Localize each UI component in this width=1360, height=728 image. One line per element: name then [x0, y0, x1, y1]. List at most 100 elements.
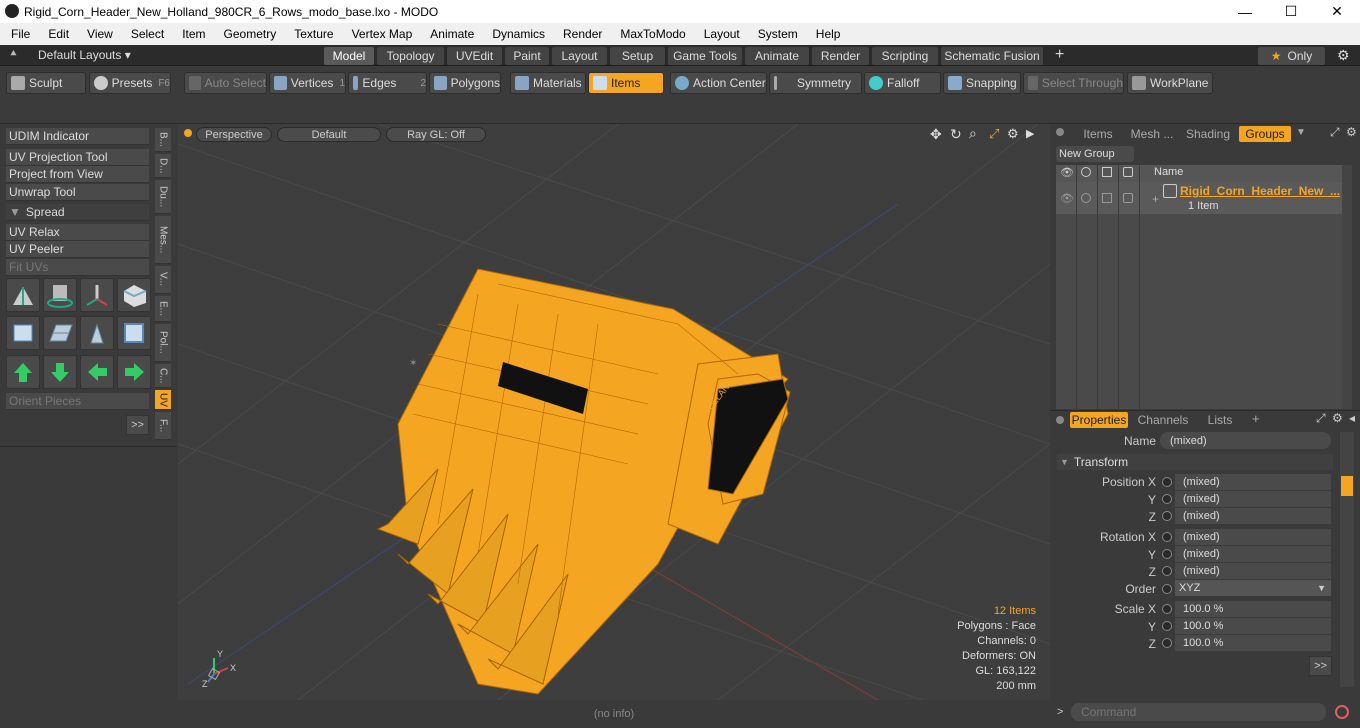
tab-channels[interactable]: Channels: [1132, 412, 1194, 428]
rotation-x-field[interactable]: (mixed): [1175, 529, 1331, 545]
expand-more-button[interactable]: >>: [126, 415, 149, 435]
record-icon[interactable]: [1335, 705, 1349, 719]
tab-shading[interactable]: Shading: [1180, 126, 1236, 142]
position-x-anim-icon[interactable]: [1162, 477, 1172, 487]
uv-atlas-icon[interactable]: [117, 316, 151, 350]
vtab-b[interactable]: B...: [155, 128, 171, 152]
orient-pieces-button[interactable]: Orient Pieces: [6, 393, 149, 410]
uv-move-icon[interactable]: [6, 278, 40, 312]
tab-groups[interactable]: Groups: [1239, 126, 1291, 142]
arrow-down-icon[interactable]: [43, 355, 77, 389]
position-y-anim-icon[interactable]: [1162, 494, 1172, 504]
row-render-icon[interactable]: [1081, 193, 1091, 203]
transform-section[interactable]: ▼ Transform: [1057, 454, 1333, 470]
polygons-button[interactable]: Polygons: [429, 72, 501, 94]
tab-schematic-fusion[interactable]: Schematic Fusion: [941, 47, 1043, 65]
tab-render[interactable]: Render: [812, 47, 869, 65]
menu-animate[interactable]: Animate: [421, 27, 483, 41]
tab-items[interactable]: Items: [1072, 126, 1124, 142]
uv-grid-icon[interactable]: [43, 316, 77, 350]
select-icon[interactable]: [1123, 167, 1133, 177]
add-properties-tab-icon[interactable]: +: [1252, 411, 1260, 426]
auto-select-button[interactable]: Auto Select: [184, 72, 267, 94]
workplane-button[interactable]: WorkPlane: [1127, 72, 1213, 94]
udim-indicator-button[interactable]: UDIM Indicator: [6, 128, 149, 145]
materials-button[interactable]: Materials: [510, 72, 586, 94]
properties-options-dot-icon[interactable]: [1056, 416, 1064, 424]
visibility-eye-icon[interactable]: 👁: [1060, 166, 1074, 179]
vtab-mes[interactable]: Mes...: [155, 216, 171, 264]
sculpt-button[interactable]: Sculpt: [6, 72, 86, 94]
spread-section[interactable]: ▼ Spread: [6, 204, 149, 221]
properties-expand-icon[interactable]: ⤢: [1316, 411, 1326, 426]
menu-edit[interactable]: Edit: [39, 27, 78, 41]
uv-peeler-button[interactable]: UV Peeler: [6, 241, 149, 258]
viewport-menu-arrow-icon[interactable]: ▶: [1026, 127, 1034, 140]
menu-file[interactable]: File: [0, 27, 39, 41]
properties-menu-icon[interactable]: ◂: [1349, 411, 1355, 425]
viewport-gear-icon[interactable]: ⚙: [1007, 126, 1019, 142]
scale-y-anim-icon[interactable]: [1162, 621, 1172, 631]
pan-icon[interactable]: ✥: [930, 126, 942, 143]
new-group-button[interactable]: New Group: [1056, 146, 1134, 162]
uv-projection-tool-button[interactable]: UV Projection Tool: [6, 149, 149, 166]
tab-lists[interactable]: Lists: [1198, 412, 1242, 428]
vertices-button[interactable]: Vertices 1: [269, 72, 346, 94]
uv-cylinder-icon[interactable]: [6, 316, 40, 350]
menu-texture[interactable]: Texture: [285, 27, 342, 41]
raygl-dropdown[interactable]: Ray GL: Off: [386, 127, 486, 142]
viewport-options-dot-icon[interactable]: [184, 129, 192, 137]
order-dropdown[interactable]: XYZ ▼: [1175, 580, 1331, 596]
render-icon[interactable]: [1081, 167, 1091, 177]
group-name[interactable]: Rigid_Corn_Header_New_...: [1180, 184, 1340, 198]
snapping-button[interactable]: Snapping: [943, 72, 1021, 94]
row-eye-icon[interactable]: 👁: [1060, 192, 1074, 205]
menu-help[interactable]: Help: [807, 27, 850, 41]
tab-game-tools[interactable]: Game Tools: [668, 47, 742, 65]
arrow-up-icon[interactable]: [6, 355, 40, 389]
rotation-y-anim-icon[interactable]: [1162, 549, 1172, 559]
uv-planar-icon[interactable]: [80, 316, 114, 350]
vtab-c[interactable]: C...: [155, 364, 171, 388]
scale-z-anim-icon[interactable]: [1162, 638, 1172, 648]
presets-button[interactable]: Presets F6: [89, 72, 171, 94]
name-field[interactable]: (mixed): [1160, 432, 1331, 449]
tab-layout[interactable]: Layout: [552, 47, 607, 65]
uv-box-icon[interactable]: [117, 278, 151, 312]
items-button[interactable]: Items: [588, 72, 664, 94]
layout-arrow-icon[interactable]: ⯅: [9, 48, 18, 61]
tab-scripting[interactable]: Scripting: [872, 47, 938, 65]
fit-view-icon[interactable]: ⤢: [989, 126, 999, 142]
tab-uvedit[interactable]: UVEdit: [447, 47, 502, 65]
panel-expand-icon[interactable]: ⤢: [1330, 125, 1340, 140]
panel-gear-icon[interactable]: ⚙: [1346, 125, 1357, 139]
rotate-view-icon[interactable]: ↻: [950, 126, 962, 143]
unwrap-tool-button[interactable]: Unwrap Tool: [6, 184, 149, 201]
vtab-d[interactable]: D...: [155, 154, 171, 178]
vtab-pol[interactable]: Pol...: [155, 324, 171, 362]
rotation-x-anim-icon[interactable]: [1162, 532, 1172, 542]
vtab-uv[interactable]: UV: [155, 390, 171, 410]
uv-scale-icon[interactable]: [80, 278, 114, 312]
expand-plus-icon[interactable]: +: [1152, 192, 1159, 206]
menu-item[interactable]: Item: [173, 27, 214, 41]
lock-icon[interactable]: [1102, 167, 1112, 177]
menu-dynamics[interactable]: Dynamics: [483, 27, 554, 41]
fit-uvs-button[interactable]: Fit UVs: [6, 259, 149, 276]
rotation-z-anim-icon[interactable]: [1162, 566, 1172, 576]
select-through-button[interactable]: Select Through: [1023, 72, 1124, 94]
tab-mesh[interactable]: Mesh ...: [1126, 126, 1178, 142]
only-toggle[interactable]: ★ Only: [1258, 47, 1325, 65]
rotation-z-field[interactable]: (mixed): [1175, 563, 1331, 579]
gear-icon[interactable]: ⚙: [1337, 47, 1350, 64]
arrow-right-icon[interactable]: [117, 355, 151, 389]
position-x-field[interactable]: (mixed): [1175, 474, 1331, 490]
menu-layout[interactable]: Layout: [695, 27, 749, 41]
order-anim-icon[interactable]: [1162, 584, 1172, 594]
position-y-field[interactable]: (mixed): [1175, 491, 1331, 507]
tab-paint[interactable]: Paint: [505, 47, 549, 65]
tab-properties[interactable]: Properties: [1070, 412, 1128, 428]
zoom-icon[interactable]: ⌕: [969, 125, 977, 142]
maximize-button[interactable]: ☐: [1268, 0, 1314, 23]
shading-default-dropdown[interactable]: Default: [277, 127, 381, 142]
